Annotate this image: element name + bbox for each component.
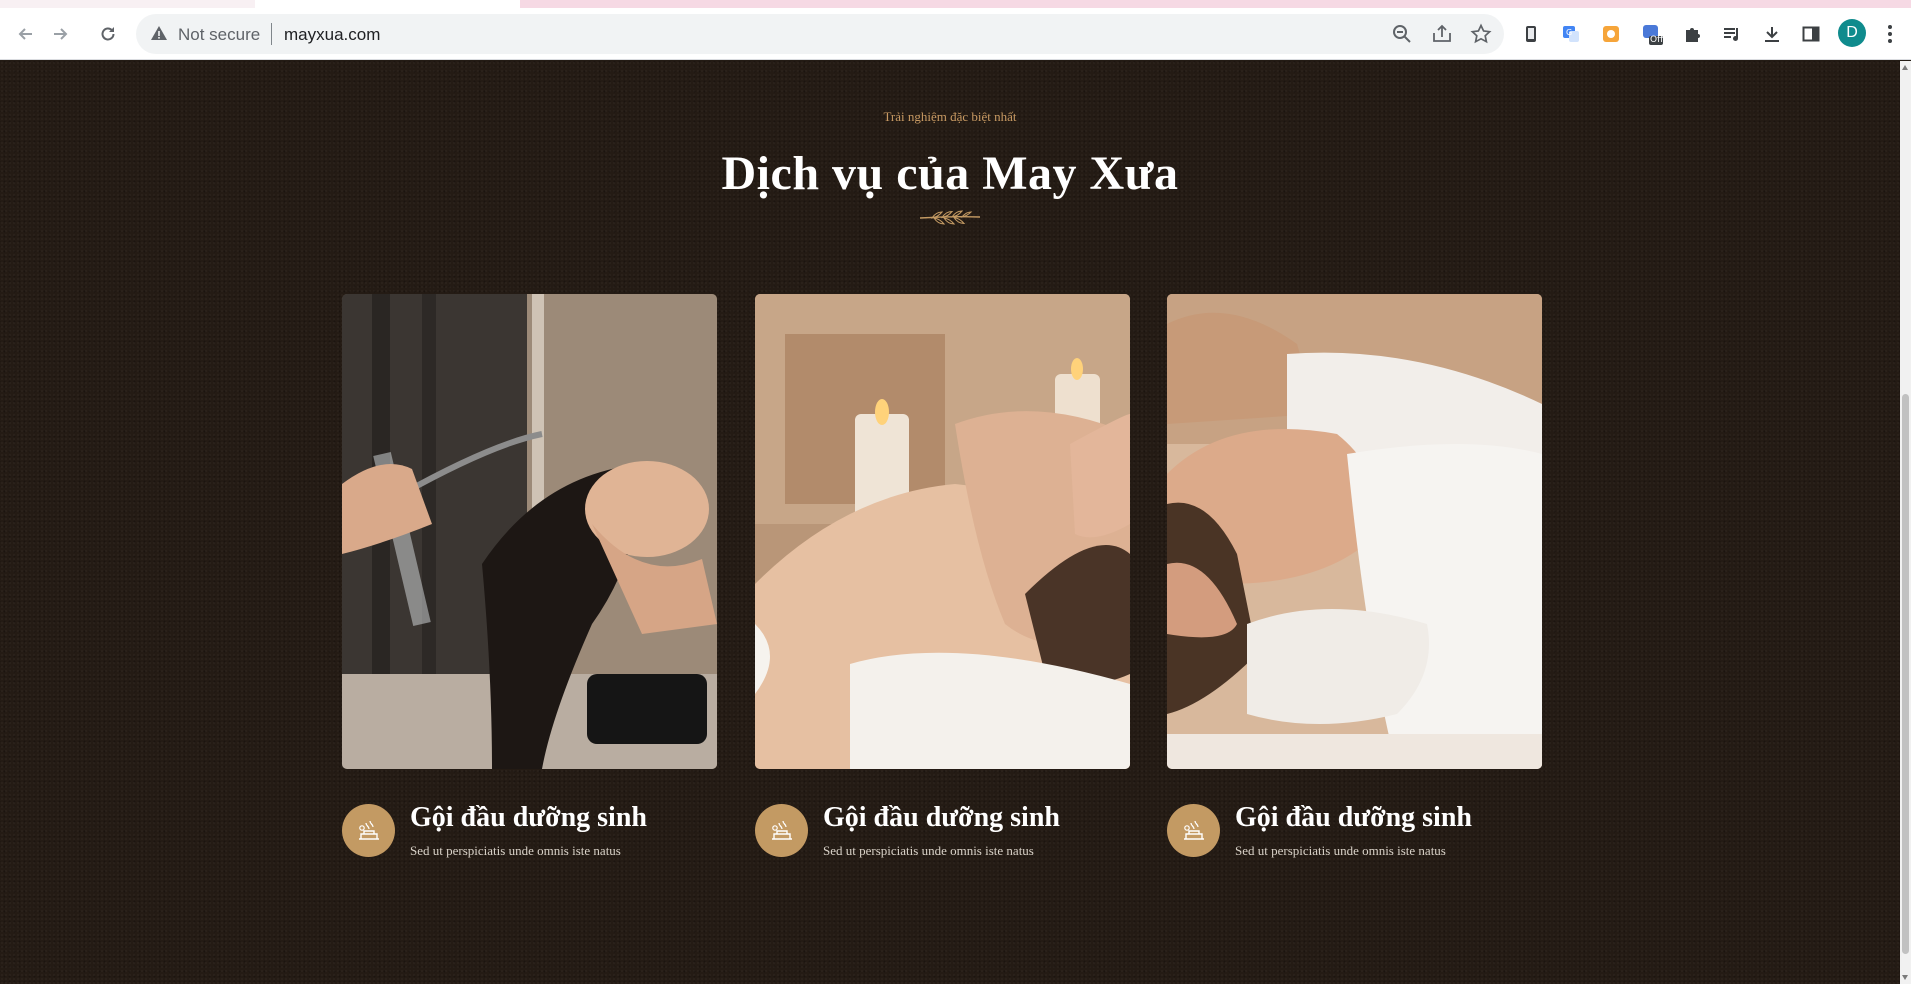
share-icon[interactable] [1431, 23, 1453, 45]
browser-toolbar: Not secure mayxua.com G Off D [0, 8, 1911, 60]
service-badge [342, 804, 395, 857]
service-photo-head-massage[interactable] [1167, 294, 1542, 769]
reload-icon [101, 27, 115, 41]
warning-icon [151, 26, 167, 40]
forward-button[interactable] [44, 18, 76, 50]
download-icon [1765, 27, 1779, 42]
hair-wash-image [342, 294, 717, 769]
service-photo-facial-massage[interactable] [755, 294, 1130, 769]
translate-icon: G [1563, 26, 1579, 42]
section-eyebrow: Trải nghiệm đặc biệt nhất [883, 109, 1017, 124]
page-scrollbar[interactable] [1900, 61, 1911, 984]
spa-icon [771, 820, 792, 840]
downloads-button[interactable] [1758, 20, 1786, 48]
tab-strip-background [520, 0, 1911, 8]
more-menu-icon[interactable] [1880, 20, 1900, 48]
svg-text:G: G [1566, 28, 1572, 37]
scroll-down-arrow-icon[interactable] [1902, 975, 1908, 980]
section-title: Dịch vụ của May Xưa [721, 147, 1179, 200]
phone-icon [1526, 26, 1536, 42]
address-bar[interactable]: Not secure mayxua.com [136, 14, 1504, 54]
omnibox-divider [271, 23, 272, 45]
services-section: Trải nghiệm đặc biệt nhất Dịch vụ của Ma… [0, 61, 1900, 984]
service-description: Sed ut perspiciatis unde omnis iste natu… [410, 843, 621, 858]
side-panel-button[interactable] [1797, 20, 1825, 48]
url-text[interactable]: mayxua.com [284, 25, 380, 45]
head-massage-image [1167, 294, 1542, 769]
zoom-icon[interactable] [1391, 23, 1413, 45]
service-title[interactable]: Gội đầu dưỡng sinh [823, 802, 1060, 834]
reload-button[interactable] [92, 18, 124, 50]
spa-icon [1183, 820, 1204, 840]
profile-avatar[interactable]: D [1838, 19, 1866, 47]
extension-off-badge: Off [1650, 35, 1664, 45]
playlist-icon [1724, 28, 1738, 41]
scrollbar-thumb[interactable] [1902, 394, 1909, 954]
arrow-left-icon [18, 28, 32, 40]
extension-off-button[interactable]: Off [1638, 20, 1666, 48]
service-title[interactable]: Gội đầu dưỡng sinh [410, 802, 647, 834]
service-title[interactable]: Gội đầu dưỡng sinh [1235, 802, 1472, 834]
bookmark-star-icon[interactable] [1470, 23, 1492, 45]
extensions-button[interactable] [1678, 20, 1706, 48]
service-badge [755, 804, 808, 857]
scroll-up-arrow-icon[interactable] [1902, 65, 1908, 70]
facial-massage-image [755, 294, 1130, 769]
extension-orange-button[interactable] [1597, 20, 1625, 48]
back-button[interactable] [10, 18, 42, 50]
active-tab[interactable] [255, 0, 520, 8]
extension-translate-button[interactable]: G [1557, 20, 1585, 48]
security-label[interactable]: Not secure [178, 25, 260, 45]
service-description: Sed ut perspiciatis unde omnis iste natu… [1235, 843, 1446, 858]
puzzle-icon [1686, 28, 1700, 42]
tab-strip [0, 0, 1911, 8]
extension-phone-button[interactable] [1517, 20, 1545, 48]
media-controls-button[interactable] [1718, 20, 1746, 48]
spa-icon [358, 820, 379, 840]
service-description: Sed ut perspiciatis unde omnis iste natu… [823, 843, 1034, 858]
service-badge [1167, 804, 1220, 857]
side-panel-icon [1802, 26, 1820, 42]
leaf-ornament-icon [919, 210, 981, 225]
service-photo-hair-wash[interactable] [342, 294, 717, 769]
orange-extension-icon [1603, 26, 1619, 42]
arrow-right-icon [54, 28, 68, 40]
